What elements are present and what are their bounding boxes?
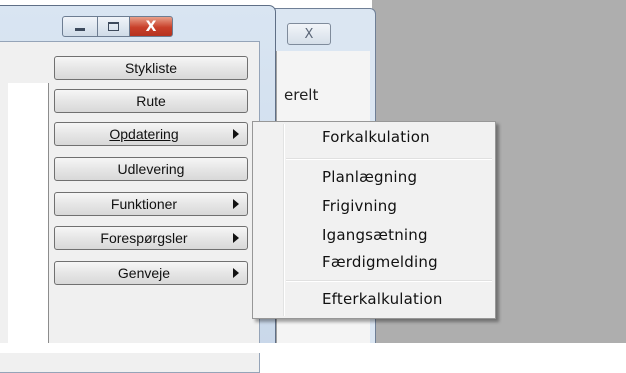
back-window-close-button[interactable]: X (287, 23, 331, 45)
submenu-arrow-icon (233, 268, 239, 278)
forespoergsler-button[interactable]: Forespørgsler (54, 226, 248, 250)
menu-gutter (283, 124, 285, 316)
maximize-button[interactable] (97, 16, 130, 37)
menu-item-faerdigmelding[interactable]: Færdigmelding (322, 253, 438, 271)
menu-item-planlaegning[interactable]: Planlægning (322, 168, 417, 186)
bottom-strip (0, 343, 626, 353)
udlevering-button[interactable]: Udlevering (54, 157, 248, 181)
close-icon: X (304, 26, 314, 42)
menu-item-frigivning[interactable]: Frigivning (322, 197, 397, 215)
button-label: Opdatering (109, 126, 179, 142)
button-label: Udlevering (117, 161, 185, 177)
submenu-arrow-icon (233, 129, 239, 139)
close-icon: X (145, 18, 157, 35)
content-panel (8, 83, 49, 353)
submenu-arrow-icon (233, 199, 239, 209)
genveje-button[interactable]: Genveje (54, 261, 248, 285)
submenu-arrow-icon (233, 233, 239, 243)
opdatering-button[interactable]: Opdatering (54, 122, 248, 146)
maximize-icon (108, 22, 119, 31)
menu-item-igangsaetning[interactable]: Igangsætning (322, 226, 428, 244)
button-label: Forespørgsler (100, 230, 188, 246)
button-label: Genveje (117, 265, 171, 281)
minimize-icon (75, 28, 85, 31)
button-label: Funktioner (110, 196, 178, 212)
partial-label: erelt (284, 86, 319, 104)
minimize-button[interactable] (62, 16, 98, 37)
button-label: Stykliste (124, 60, 178, 76)
stykliste-button[interactable]: Stykliste (54, 56, 248, 80)
button-label: Rute (136, 93, 166, 109)
rute-button[interactable]: Rute (54, 89, 248, 113)
funktioner-button[interactable]: Funktioner (54, 192, 248, 216)
menu-item-forkalkulation[interactable]: Forkalkulation (322, 128, 430, 146)
menu-separator (286, 158, 492, 160)
close-button[interactable]: X (129, 16, 173, 37)
menu-item-efterkalkulation[interactable]: Efterkalkulation (322, 290, 443, 308)
opdatering-submenu: Forkalkulation Planlægning Frigivning Ig… (252, 121, 496, 319)
menu-separator (286, 280, 492, 282)
